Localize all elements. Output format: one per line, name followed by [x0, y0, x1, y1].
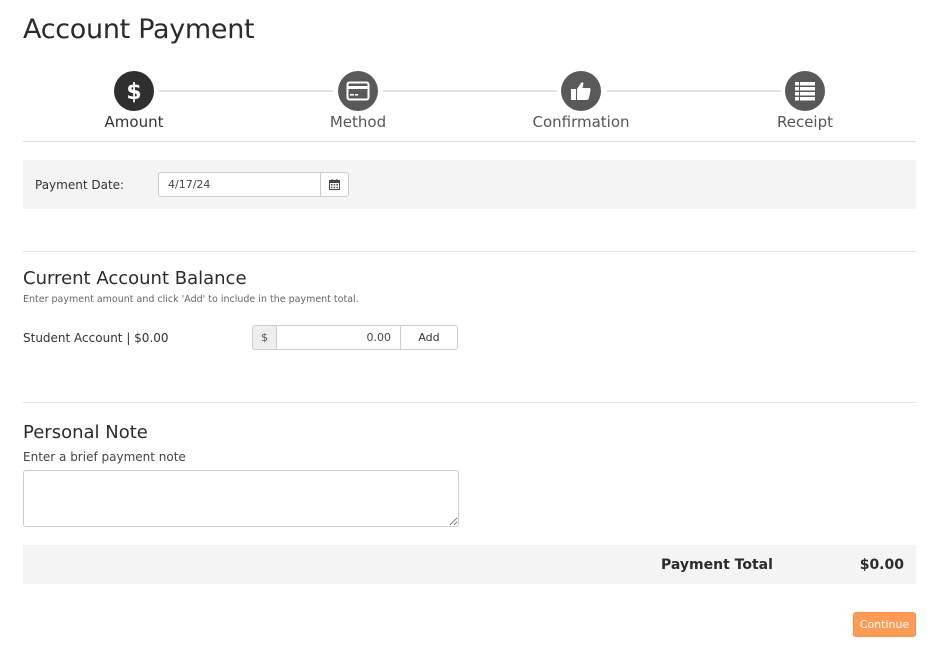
- payment-total-value: $0.00: [859, 557, 904, 573]
- step-label: Method: [329, 113, 387, 131]
- payment-date-input[interactable]: [158, 172, 320, 197]
- step-method: Method: [278, 70, 438, 131]
- continue-button[interactable]: Continue: [853, 612, 916, 637]
- dollar-icon: $: [114, 71, 154, 111]
- payment-total-label: Payment Total: [661, 557, 773, 573]
- step-label: Confirmation: [532, 113, 630, 131]
- step-confirmation: Confirmation: [501, 70, 661, 131]
- svg-text:$: $: [126, 80, 141, 104]
- currency-addon: $: [252, 325, 277, 350]
- section-divider: [23, 402, 916, 403]
- balance-section-title: Current Account Balance: [23, 268, 247, 289]
- step-receipt: Receipt: [725, 70, 885, 131]
- step-amount: $ Amount: [54, 70, 214, 131]
- calendar-icon: [329, 179, 340, 190]
- calendar-button[interactable]: [320, 172, 349, 197]
- add-button[interactable]: Add: [400, 325, 458, 350]
- payment-total-panel: Payment Total $0.00: [23, 545, 916, 584]
- page-title: Account Payment: [23, 14, 255, 45]
- step-label: Receipt: [776, 113, 834, 131]
- note-section-title: Personal Note: [23, 422, 148, 443]
- balance-hint: Enter payment amount and click 'Add' to …: [23, 294, 359, 305]
- student-account-label: Student Account | $0.00: [23, 331, 169, 345]
- list-icon: [785, 71, 825, 111]
- credit-card-icon: [338, 71, 378, 111]
- payment-note-textarea[interactable]: [23, 470, 459, 527]
- step-label: Amount: [104, 113, 164, 131]
- amount-input-group: $ Add: [252, 325, 458, 350]
- section-divider: [23, 251, 916, 252]
- progress-stepper: $ Amount Method Confirmation Receipt: [23, 70, 916, 142]
- note-label: Enter a brief payment note: [23, 450, 186, 464]
- payment-date-panel: Payment Date:: [23, 160, 916, 209]
- payment-date-label: Payment Date:: [35, 178, 125, 192]
- payment-amount-input[interactable]: [277, 325, 400, 350]
- thumbs-up-icon: [561, 71, 601, 111]
